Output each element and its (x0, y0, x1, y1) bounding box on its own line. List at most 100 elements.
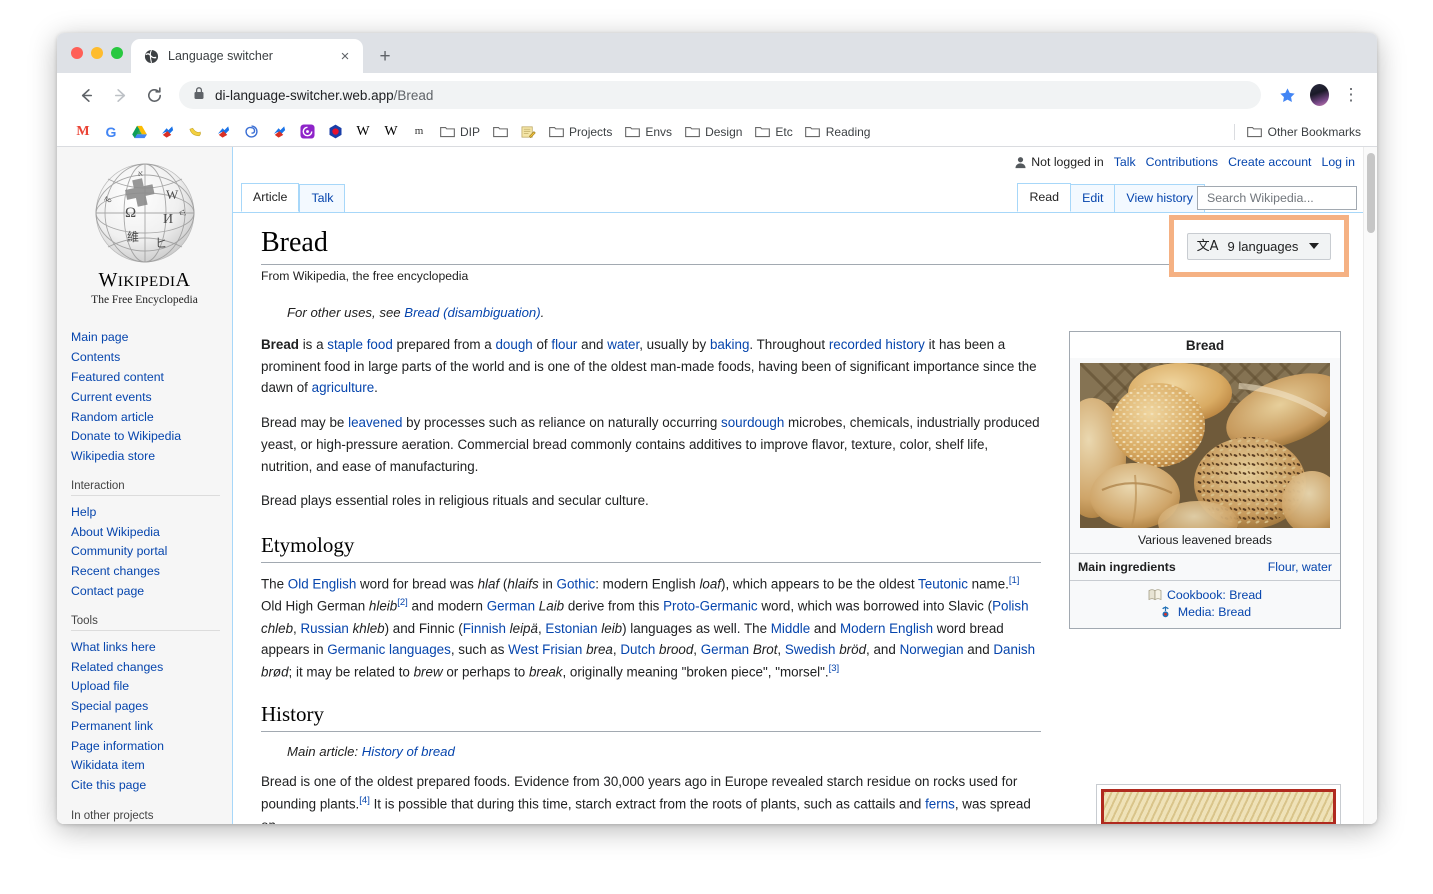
link-dutch[interactable]: Dutch (620, 642, 655, 657)
bookmark-folder-blank[interactable] (486, 121, 514, 143)
minimize-window-button[interactable] (91, 47, 103, 59)
bookmark-wikipedia-1[interactable]: W (349, 121, 377, 143)
bookmark-red-hex[interactable] (321, 121, 349, 143)
sidebar-item-current-events[interactable]: Current events (71, 387, 232, 407)
link-baking[interactable]: baking (710, 337, 749, 352)
new-tab-button[interactable]: + (371, 42, 399, 70)
link-old-english[interactable]: Old English (288, 577, 356, 592)
language-switcher-button[interactable]: 文A 9 languages (1186, 232, 1332, 260)
browser-tab[interactable]: Language switcher × (131, 39, 363, 73)
bookmark-google[interactable]: G (97, 121, 125, 143)
profile-avatar[interactable] (1305, 81, 1333, 109)
personal-link-log-in[interactable]: Log in (1321, 155, 1355, 169)
bookmark-dino-3[interactable] (265, 121, 293, 143)
infobox-row-value[interactable]: Flour, water (1176, 560, 1332, 574)
scrollbar-thumb[interactable] (1367, 153, 1375, 233)
bookmark-dino-2[interactable] (209, 121, 237, 143)
personal-link-talk[interactable]: Talk (1114, 155, 1136, 169)
sidebar-item-cite-this-page[interactable]: Cite this page (71, 776, 232, 796)
sidebar-item-recent-changes[interactable]: Recent changes (71, 562, 232, 582)
sidebar-item-page-information[interactable]: Page information (71, 736, 232, 756)
link-middle-english[interactable]: Middle (771, 621, 810, 636)
tab-article[interactable]: Article (241, 182, 300, 212)
search-input[interactable] (1205, 190, 1349, 206)
sidebar-item-about-wikipedia[interactable]: About Wikipedia (71, 522, 232, 542)
sidebar-item-contact-page[interactable]: Contact page (71, 582, 232, 602)
bookmark-folder-etc[interactable]: Etc (748, 121, 798, 143)
bookmark-purple-app[interactable] (293, 121, 321, 143)
bookmark-spiral[interactable] (237, 121, 265, 143)
link-sourdough[interactable]: sourdough (721, 415, 784, 430)
bookmark-folder-projects[interactable]: Projects (542, 121, 618, 143)
sidebar-item-random-article[interactable]: Random article (71, 407, 232, 427)
link-agriculture[interactable]: agriculture (312, 380, 375, 395)
close-tab-button[interactable]: × (337, 48, 353, 64)
wikipedia-search-box[interactable] (1197, 186, 1357, 210)
sidebar-item-contents[interactable]: Contents (71, 348, 232, 368)
tab-view-history[interactable]: View history (1114, 183, 1205, 212)
other-bookmarks-button[interactable]: Other Bookmarks (1241, 121, 1367, 143)
bookmark-star-icon[interactable] (1273, 81, 1301, 109)
link-staple-food[interactable]: staple food (327, 337, 393, 352)
address-bar[interactable]: di-language-switcher.web.app/Bread (179, 81, 1261, 109)
sidebar-item-upload-file[interactable]: Upload file (71, 677, 232, 697)
link-finnish[interactable]: Finnish (463, 621, 506, 636)
link-german[interactable]: German (487, 599, 535, 614)
link-west-frisian[interactable]: West Frisian (508, 642, 582, 657)
personal-link-create-account[interactable]: Create account (1228, 155, 1311, 169)
back-button[interactable] (71, 80, 101, 110)
link-polish[interactable]: Polish (992, 599, 1028, 614)
bookmark-folder-design[interactable]: Design (678, 121, 748, 143)
bookmark-folder-reading[interactable]: Reading (799, 121, 877, 143)
tab-edit[interactable]: Edit (1070, 183, 1116, 212)
sidebar-item-help[interactable]: Help (71, 502, 232, 522)
reference-2[interactable]: [2] (397, 597, 408, 608)
link-modern-english[interactable]: Modern English (840, 621, 933, 636)
bookmark-folder-envs[interactable]: Envs (618, 121, 678, 143)
close-window-button[interactable] (71, 47, 83, 59)
reload-button[interactable] (139, 80, 169, 110)
bookmark-folder-dip[interactable]: DIP (433, 121, 486, 143)
link-proto-germanic[interactable]: Proto-Germanic (663, 599, 758, 614)
link-norwegian[interactable]: Norwegian (900, 642, 964, 657)
infobox-link-cookbook[interactable]: Cookbook: Bread (1078, 586, 1332, 603)
sidebar-item-what-links-here[interactable]: What links here (71, 637, 232, 657)
sidebar-item-donate[interactable]: Donate to Wikipedia (71, 427, 232, 447)
link-german-2[interactable]: German (701, 642, 749, 657)
bookmark-memo[interactable] (514, 121, 542, 143)
sidebar-item-special-pages[interactable]: Special pages (71, 697, 232, 717)
bookmark-dino-1[interactable] (153, 121, 181, 143)
link-leavened[interactable]: leavened (348, 415, 402, 430)
sidebar-item-main-page[interactable]: Main page (71, 328, 232, 348)
maximize-window-button[interactable] (111, 47, 123, 59)
link-russian[interactable]: Russian (300, 621, 348, 636)
tab-talk[interactable]: Talk (299, 183, 346, 212)
bookmark-m[interactable]: m (405, 121, 433, 143)
link-bread-disambiguation[interactable]: Bread (disambiguation) (404, 305, 540, 320)
sidebar-item-wikidata-item[interactable]: Wikidata item (71, 756, 232, 776)
browser-menu-icon[interactable]: ⋮ (1337, 81, 1365, 109)
bookmark-gmail[interactable]: M (69, 121, 97, 143)
personal-link-contributions[interactable]: Contributions (1146, 155, 1218, 169)
link-germanic-languages[interactable]: Germanic languages (327, 642, 451, 657)
bookmark-banana[interactable] (181, 121, 209, 143)
link-teutonic[interactable]: Teutonic (918, 577, 968, 592)
tab-read[interactable]: Read (1017, 182, 1072, 212)
bookmark-wikipedia-2[interactable]: W (377, 121, 405, 143)
link-water[interactable]: water (607, 337, 639, 352)
link-history-of-bread[interactable]: History of bread (362, 744, 455, 759)
bookmark-drive[interactable] (125, 121, 153, 143)
link-danish[interactable]: Danish (993, 642, 1035, 657)
reference-4[interactable]: [4] (359, 795, 370, 806)
sidebar-item-community-portal[interactable]: Community portal (71, 542, 232, 562)
sidebar-item-related-changes[interactable]: Related changes (71, 657, 232, 677)
link-gothic[interactable]: Gothic (557, 577, 596, 592)
link-recorded-history[interactable]: recorded history (829, 337, 925, 352)
link-ferns[interactable]: ferns (925, 797, 955, 812)
link-swedish[interactable]: Swedish (785, 642, 836, 657)
infobox-link-media[interactable]: Media: Bread (1078, 603, 1332, 620)
page-scrollbar[interactable] (1363, 147, 1377, 824)
link-dough[interactable]: dough (495, 337, 532, 352)
link-estonian[interactable]: Estonian (545, 621, 597, 636)
sidebar-item-permanent-link[interactable]: Permanent link (71, 717, 232, 737)
